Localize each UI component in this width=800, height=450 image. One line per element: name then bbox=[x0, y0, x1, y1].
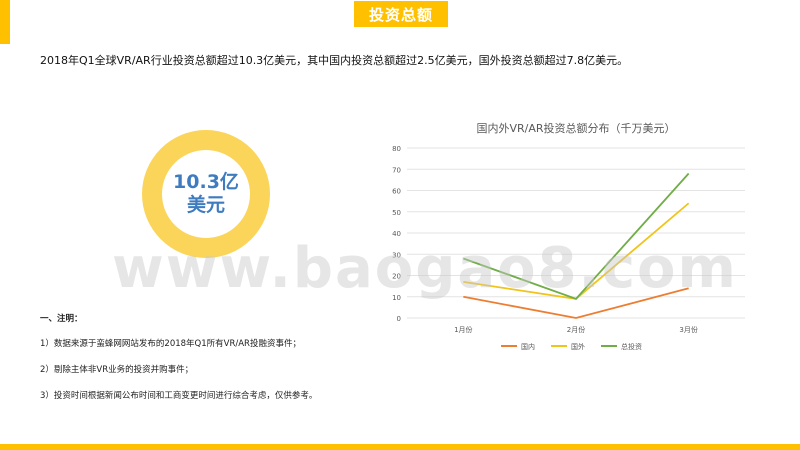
donut-value: 10.3亿 bbox=[173, 171, 239, 193]
watermark: www.baogao8.com bbox=[112, 236, 738, 301]
donut-label: 10.3亿 美元 bbox=[163, 171, 249, 217]
bottom-accent-bar bbox=[0, 444, 800, 450]
x-tick-label-0: 1月份 bbox=[454, 325, 472, 334]
note-item-2: 2）剔除主体非VR业务的投资并购事件； bbox=[40, 365, 194, 375]
chart-title: 国内外VR/AR投资总额分布（千万美元） bbox=[476, 121, 675, 135]
y-tick-label-0: 0 bbox=[397, 315, 401, 323]
left-accent-bar bbox=[0, 0, 10, 44]
x-tick-label-1: 2月份 bbox=[567, 325, 585, 334]
y-tick-label-6: 60 bbox=[392, 188, 401, 196]
note-item-1: 1）数据来源于蛮蜂网网站发布的2018年Q1所有VR/AR投融资事件； bbox=[40, 339, 301, 349]
y-tick-label-8: 80 bbox=[392, 145, 401, 153]
note-item-3: 3）投资时间根据新闻公布时间和工商变更时间进行综合考虑，仅供参考。 bbox=[40, 391, 318, 401]
summary-text: 2018年Q1全球VR/AR行业投资总额超过10.3亿美元，其中国内投资总额超过… bbox=[40, 54, 629, 67]
legend-label-1: 国外 bbox=[571, 342, 585, 351]
donut-unit: 美元 bbox=[186, 194, 225, 216]
x-tick-label-2: 3月份 bbox=[679, 325, 697, 334]
y-tick-label-5: 50 bbox=[392, 209, 401, 217]
legend-label-2: 总投资 bbox=[621, 342, 642, 351]
legend-label-0: 国内 bbox=[521, 342, 535, 351]
notes-heading: 一、注明： bbox=[40, 314, 83, 324]
page-title: 投资总额 bbox=[354, 1, 448, 27]
donut-center: 10.3亿 美元 bbox=[162, 150, 250, 238]
notes-section: 一、注明： 1）数据来源于蛮蜂网网站发布的2018年Q1所有VR/AR投融资事件… bbox=[40, 312, 317, 415]
y-tick-label-7: 70 bbox=[392, 166, 401, 174]
